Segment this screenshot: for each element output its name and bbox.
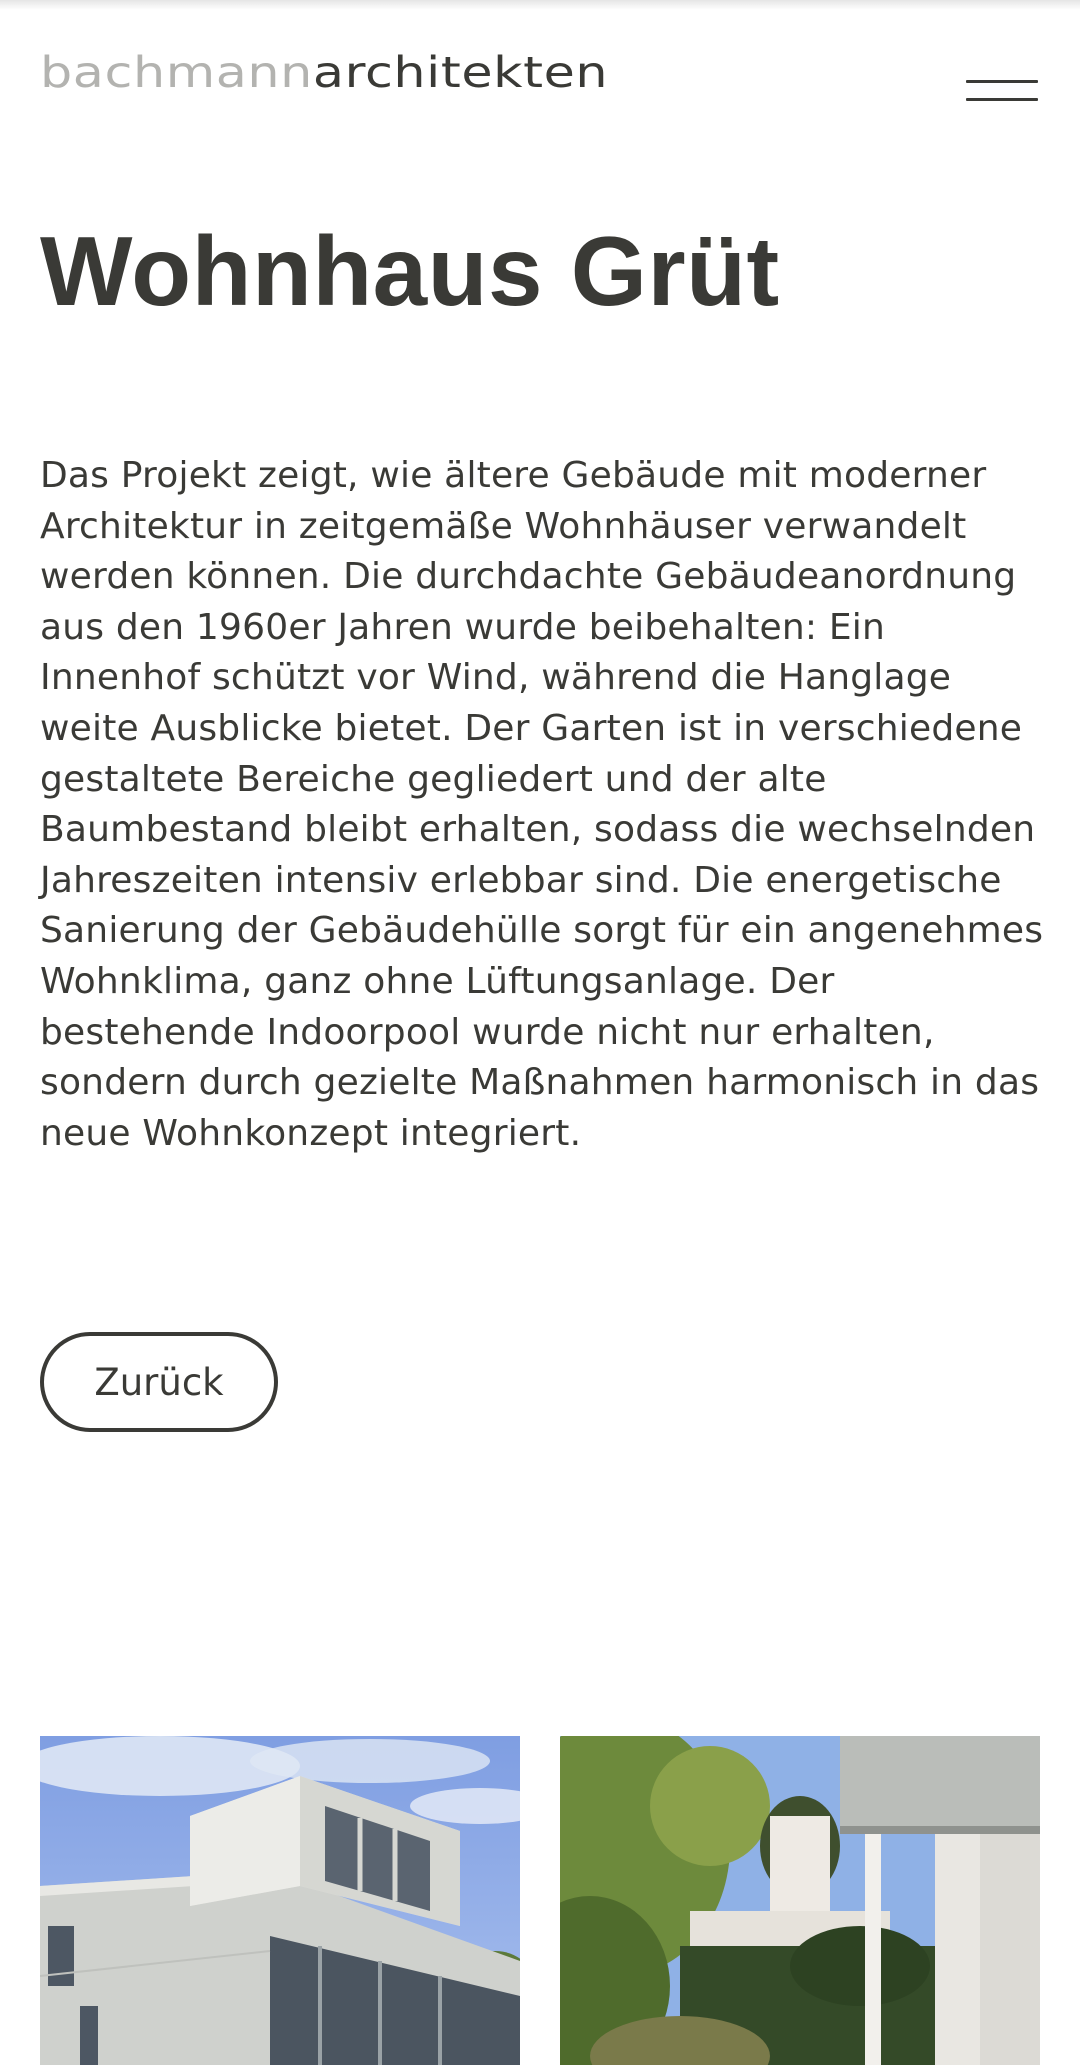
project-description: Das Projekt zeigt, wie ältere Gebäude mi… (40, 455, 1044, 1154)
back-button[interactable]: Zurück (40, 1332, 278, 1432)
project-photo-garden[interactable] (560, 1736, 1040, 2065)
site-header: bachmannarchitekten (0, 0, 1080, 140)
hamburger-menu-icon[interactable] (958, 78, 1040, 108)
project-photo-facade[interactable] (40, 1736, 520, 2065)
logo-text-bachmann: bachmann (40, 48, 313, 98)
logo-text-architekten: architekten (312, 48, 609, 98)
page-title: Wohnhaus Grüt (40, 216, 780, 326)
menu-icon-bar (966, 80, 1038, 83)
menu-icon-bar (966, 98, 1038, 101)
site-logo[interactable]: bachmannarchitekten (40, 52, 608, 95)
